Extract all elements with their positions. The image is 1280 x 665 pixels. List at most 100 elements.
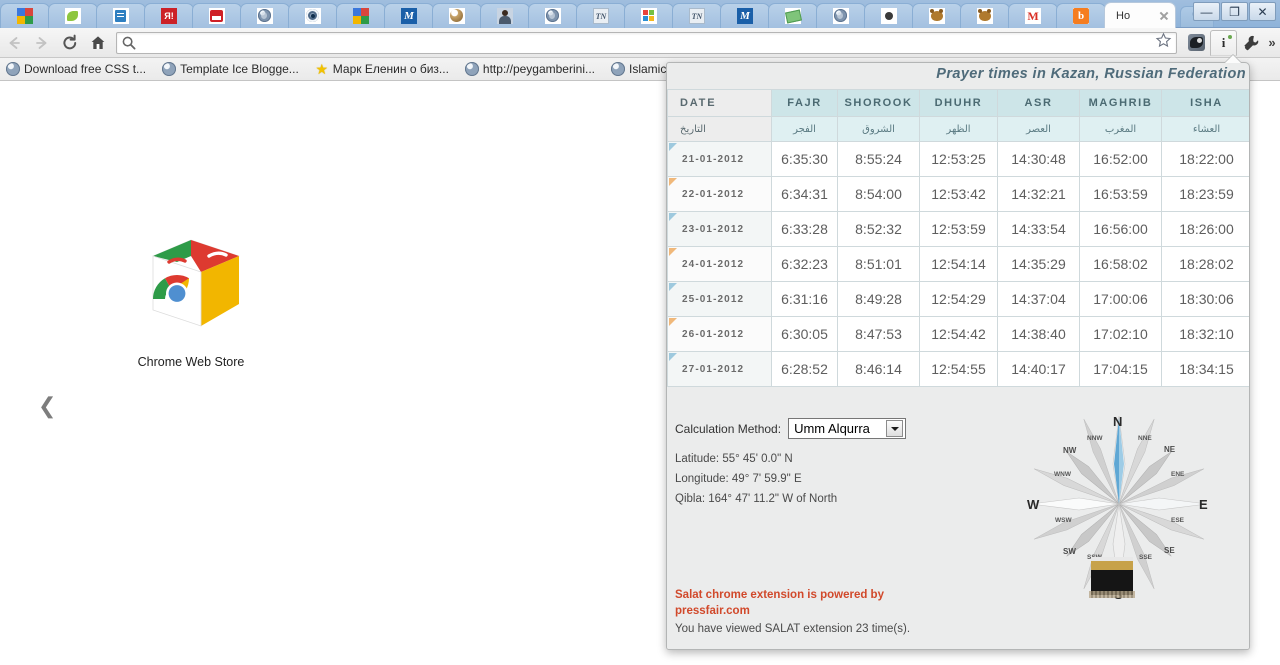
- tab[interactable]: [336, 3, 386, 28]
- calculation-method-label: Calculation Method:: [675, 421, 782, 436]
- compass-label-sw: SW: [1063, 547, 1076, 556]
- forward-button[interactable]: [28, 30, 56, 56]
- document-favicon: [113, 8, 129, 24]
- back-button[interactable]: [0, 30, 28, 56]
- minimize-button[interactable]: —: [1193, 2, 1220, 21]
- close-button[interactable]: ✕: [1249, 2, 1276, 21]
- bookmark-label: Islamic: [628, 62, 667, 76]
- bookmark-item[interactable]: Template Ice Blogge...: [162, 62, 307, 76]
- column-header-arabic-2: الشروق: [837, 116, 920, 142]
- tab[interactable]: [720, 3, 770, 28]
- bookmark-star-icon[interactable]: [1155, 31, 1172, 54]
- tab[interactable]: [240, 3, 290, 28]
- cell-dhuhr: 12:54:29: [919, 281, 998, 317]
- previous-page-chevron-icon[interactable]: ❮: [38, 394, 56, 419]
- tab[interactable]: [96, 3, 146, 28]
- tab[interactable]: [480, 3, 530, 28]
- prayer-times-table: DATE FAJR SHOROOK DHUHR ASR MAGHRIB ISHA التار…: [667, 89, 1249, 387]
- column-header-arabic-6: العشاء: [1161, 116, 1249, 142]
- extension-button-salat[interactable]: i: [1210, 29, 1237, 56]
- column-header-asr: ASR: [997, 89, 1080, 117]
- google-favicon: [353, 8, 369, 24]
- tab[interactable]: [960, 3, 1010, 28]
- chevron-down-icon[interactable]: [886, 420, 904, 437]
- cell-date: 23-01-2012: [667, 211, 772, 247]
- cell-date: 24-01-2012: [667, 246, 772, 282]
- column-header-maghrib: MAGHRIB: [1079, 89, 1162, 117]
- column-header-arabic-0: التاريخ: [667, 116, 772, 142]
- tab[interactable]: [624, 3, 674, 28]
- latitude-value: Latitude: 55° 45' 0.0" N: [675, 453, 793, 465]
- globe-icon: [464, 62, 479, 76]
- bookmark-item[interactable]: Download free CSS t...: [6, 62, 154, 76]
- cell-shorook: 8:49:28: [837, 281, 920, 317]
- toolbar-overflow-chevron[interactable]: »: [1264, 35, 1280, 50]
- tab[interactable]: [864, 3, 914, 28]
- tab-title: Ho: [1116, 9, 1131, 22]
- calculation-method-select[interactable]: Umm Alqurra: [788, 418, 907, 439]
- cell-fajr: 6:30:05: [771, 316, 838, 352]
- tab-active[interactable]: Ho: [1104, 2, 1176, 28]
- tab[interactable]: [144, 3, 194, 28]
- browser-toolbar: i »: [0, 28, 1280, 58]
- cell-fajr: 6:28:52: [771, 351, 838, 387]
- cell-shorook: 8:51:01: [837, 246, 920, 282]
- tab[interactable]: [816, 3, 866, 28]
- address-input[interactable]: [137, 35, 1155, 50]
- cell-fajr: 6:32:23: [771, 246, 838, 282]
- chrome-web-store-icon: [131, 239, 251, 344]
- bookmark-item[interactable]: http://peygamberini...: [464, 62, 603, 76]
- powered-by-link[interactable]: pressfair.com: [675, 603, 895, 619]
- compass-label-sse: SSE: [1139, 554, 1153, 561]
- tab[interactable]: [384, 3, 434, 28]
- reload-button[interactable]: [56, 30, 84, 56]
- column-header-fajr: FAJR: [771, 89, 838, 117]
- maximize-button[interactable]: ❐: [1221, 2, 1248, 21]
- tab-strip: Ho — ❐ ✕: [0, 0, 1280, 28]
- tab[interactable]: [912, 3, 962, 28]
- google-favicon: [17, 8, 33, 24]
- tab[interactable]: [528, 3, 578, 28]
- tab[interactable]: [672, 3, 722, 28]
- compass-rose: N E S W NE SE SW NW NNE ENE ESE SSE SSW …: [1019, 409, 1234, 614]
- address-bar[interactable]: [116, 31, 1177, 54]
- tab[interactable]: [1008, 3, 1058, 28]
- tab[interactable]: [576, 3, 626, 28]
- tab[interactable]: [768, 3, 818, 28]
- target-favicon: [305, 8, 321, 24]
- chrome-web-store-tile[interactable]: Chrome Web Store: [122, 230, 260, 369]
- wrench-menu-button[interactable]: [1237, 30, 1264, 56]
- bookmark-item[interactable]: Islamic: [610, 62, 674, 76]
- cell-dhuhr: 12:54:14: [919, 246, 998, 282]
- column-header-arabic-1: الفجر: [771, 116, 838, 142]
- tab[interactable]: [192, 3, 242, 28]
- tab[interactable]: [1056, 3, 1106, 28]
- view-count-text: You have viewed SALAT extension 23 time(…: [675, 623, 911, 635]
- popup-title: Prayer times in Kazan, Russian Federatio…: [936, 66, 1246, 82]
- home-button[interactable]: [84, 30, 112, 56]
- cell-maghrib: 17:00:06: [1079, 281, 1162, 317]
- tab[interactable]: [288, 3, 338, 28]
- bookmark-label: Марк Еленин о биз...: [332, 62, 449, 76]
- cell-date: 25-01-2012: [667, 281, 772, 317]
- tab[interactable]: [48, 3, 98, 28]
- tab[interactable]: [432, 3, 482, 28]
- bear-favicon: [929, 8, 945, 24]
- cell-maghrib: 16:58:02: [1079, 246, 1162, 282]
- cell-fajr: 6:31:16: [771, 281, 838, 317]
- globe-icon: [610, 62, 625, 76]
- tab[interactable]: [0, 3, 50, 28]
- blogger-favicon: [1073, 8, 1089, 24]
- table-row: 25-01-2012 6:31:16 8:49:28 12:54:29 14:37:04…: [667, 281, 1249, 317]
- compass-label-wnw: WNW: [1054, 471, 1071, 478]
- compass-label-nnw: NNW: [1087, 435, 1103, 442]
- salattube-favicon: [209, 8, 225, 24]
- windows-favicon: [641, 8, 657, 24]
- cell-isha: 18:34:15: [1161, 351, 1249, 387]
- extension-button-dark[interactable]: [1183, 30, 1210, 56]
- column-header-shorook: SHOROOK: [837, 89, 920, 117]
- cell-date: 22-01-2012: [667, 176, 772, 212]
- compass-label-se: SE: [1164, 546, 1175, 555]
- tab-close-icon[interactable]: [1157, 9, 1171, 23]
- bookmark-item[interactable]: Марк Еленин о биз...: [315, 62, 457, 76]
